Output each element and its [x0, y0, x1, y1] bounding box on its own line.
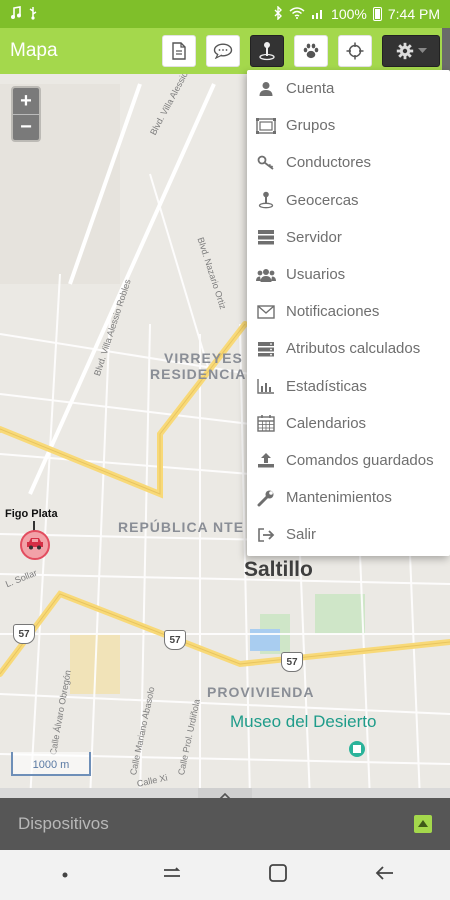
bluetooth-icon — [274, 4, 283, 23]
zoom-control: + − — [11, 86, 41, 142]
menu-item-label: Salir — [286, 526, 317, 544]
back-button[interactable] — [365, 855, 405, 895]
locate-button[interactable] — [338, 35, 372, 67]
expand-panel-button[interactable] — [414, 815, 432, 833]
menu-item-atributos-calculados[interactable]: Atributos calculados — [247, 330, 450, 367]
crosshair-icon — [346, 42, 364, 60]
follow-button[interactable] — [294, 35, 328, 67]
menu-item-label: Conductores — [286, 154, 372, 172]
menu-item-label: Mantenimientos — [286, 489, 392, 507]
wifi-icon — [289, 6, 305, 22]
car-icon — [26, 536, 44, 555]
report-button[interactable] — [162, 35, 196, 67]
neighborhood-label: VIRREYES — [164, 350, 243, 366]
page-title: Mapa — [10, 40, 58, 61]
triangle-up-icon — [417, 815, 429, 833]
bar-chart-icon — [255, 376, 277, 396]
menu-item-grupos[interactable]: Grupos — [247, 107, 450, 144]
chat-icon — [213, 43, 233, 59]
menu-item-cuenta[interactable]: Cuenta — [247, 70, 450, 107]
poi-label: Museo del Desierto — [230, 712, 377, 731]
panel-resize-handle[interactable] — [198, 788, 252, 800]
menu-item-label: Estadísticas — [286, 377, 367, 395]
signal-icon — [311, 6, 325, 22]
settings-menu-button[interactable] — [382, 35, 440, 67]
back-arrow-icon — [374, 864, 396, 887]
menu-item-servidor[interactable]: Servidor — [247, 219, 450, 256]
device-label: Figo Plata — [5, 508, 58, 520]
gear-icon — [396, 42, 414, 60]
users-icon — [255, 265, 277, 285]
map-scale: 1000 m — [11, 752, 91, 776]
home-square-icon — [268, 863, 288, 888]
upload-icon — [255, 450, 277, 470]
home-button[interactable] — [258, 855, 298, 895]
highway-shield: 57 — [164, 630, 186, 650]
paw-icon — [302, 42, 320, 60]
menu-item-notificaciones[interactable]: Notificaciones — [247, 293, 450, 330]
music-icon — [10, 5, 22, 23]
highway-shield: 57 — [13, 624, 35, 644]
menu-item-usuarios[interactable]: Usuarios — [247, 256, 450, 293]
key-icon — [255, 153, 277, 173]
menu-item-label: Servidor — [286, 228, 342, 246]
nav-dot-button[interactable] — [45, 855, 85, 895]
menu-item-label: Geocercas — [286, 191, 359, 209]
menu-item-label: Atributos calculados — [286, 340, 421, 358]
menu-item-geocercas[interactable]: Geocercas — [247, 182, 450, 219]
status-bar: 100% 7:44 PM — [0, 0, 450, 28]
menu-item-label: Grupos — [286, 117, 336, 135]
clock: 7:44 PM — [387, 6, 440, 22]
neighborhood-label: REPÚBLICA NTE — [118, 519, 245, 535]
edge-strip — [442, 28, 450, 74]
settings-dropdown-menu: Cuenta Grupos Conductores Geocercas Serv… — [247, 70, 450, 556]
wrench-icon — [255, 488, 277, 508]
groups-icon — [255, 116, 277, 136]
envelope-icon — [255, 302, 277, 322]
battery-icon — [372, 7, 382, 21]
sign-out-icon — [255, 525, 277, 545]
app-toolbar: Mapa — [0, 28, 450, 74]
neighborhood-label: PROVIVIENDA — [207, 684, 315, 700]
devices-panel-title: Dispositivos — [18, 814, 109, 833]
city-label: Saltillo — [244, 558, 313, 581]
menu-item-label: Notificaciones — [286, 303, 380, 321]
storage-icon — [255, 339, 277, 359]
recents-button[interactable] — [152, 855, 192, 895]
geofence-button[interactable] — [250, 35, 284, 67]
devices-panel-header: Dispositivos — [0, 798, 450, 850]
menu-item-label: Comandos guardados — [286, 451, 434, 469]
system-nav-bar — [0, 850, 450, 900]
user-icon — [255, 79, 277, 99]
usb-icon — [28, 6, 38, 23]
menu-item-estadisticas[interactable]: Estadísticas — [247, 368, 450, 405]
geofence-icon — [255, 190, 277, 210]
menu-item-mantenimientos[interactable]: Mantenimientos — [247, 479, 450, 516]
battery-percent: 100% — [331, 6, 367, 22]
device-marker[interactable] — [20, 530, 50, 560]
caret-down-icon — [417, 48, 427, 54]
server-icon — [255, 227, 277, 247]
zoom-in-button[interactable]: + — [13, 88, 39, 114]
recents-icon — [161, 864, 183, 887]
calendar-icon — [255, 413, 277, 433]
report-icon — [172, 42, 186, 60]
menu-item-label: Cuenta — [286, 80, 335, 98]
zoom-out-button[interactable]: − — [13, 114, 39, 140]
menu-item-conductores[interactable]: Conductores — [247, 144, 450, 181]
geofence-icon — [259, 41, 275, 61]
menu-item-comandos-guardados[interactable]: Comandos guardados — [247, 442, 450, 479]
menu-item-calendarios[interactable]: Calendarios — [247, 405, 450, 442]
neighborhood-label: RESIDENCIA — [150, 366, 247, 382]
menu-item-label: Calendarios — [286, 414, 367, 432]
highway-shield: 57 — [281, 652, 303, 672]
menu-item-salir[interactable]: Salir — [247, 516, 450, 553]
events-button[interactable] — [206, 35, 240, 67]
menu-item-label: Usuarios — [286, 266, 346, 284]
